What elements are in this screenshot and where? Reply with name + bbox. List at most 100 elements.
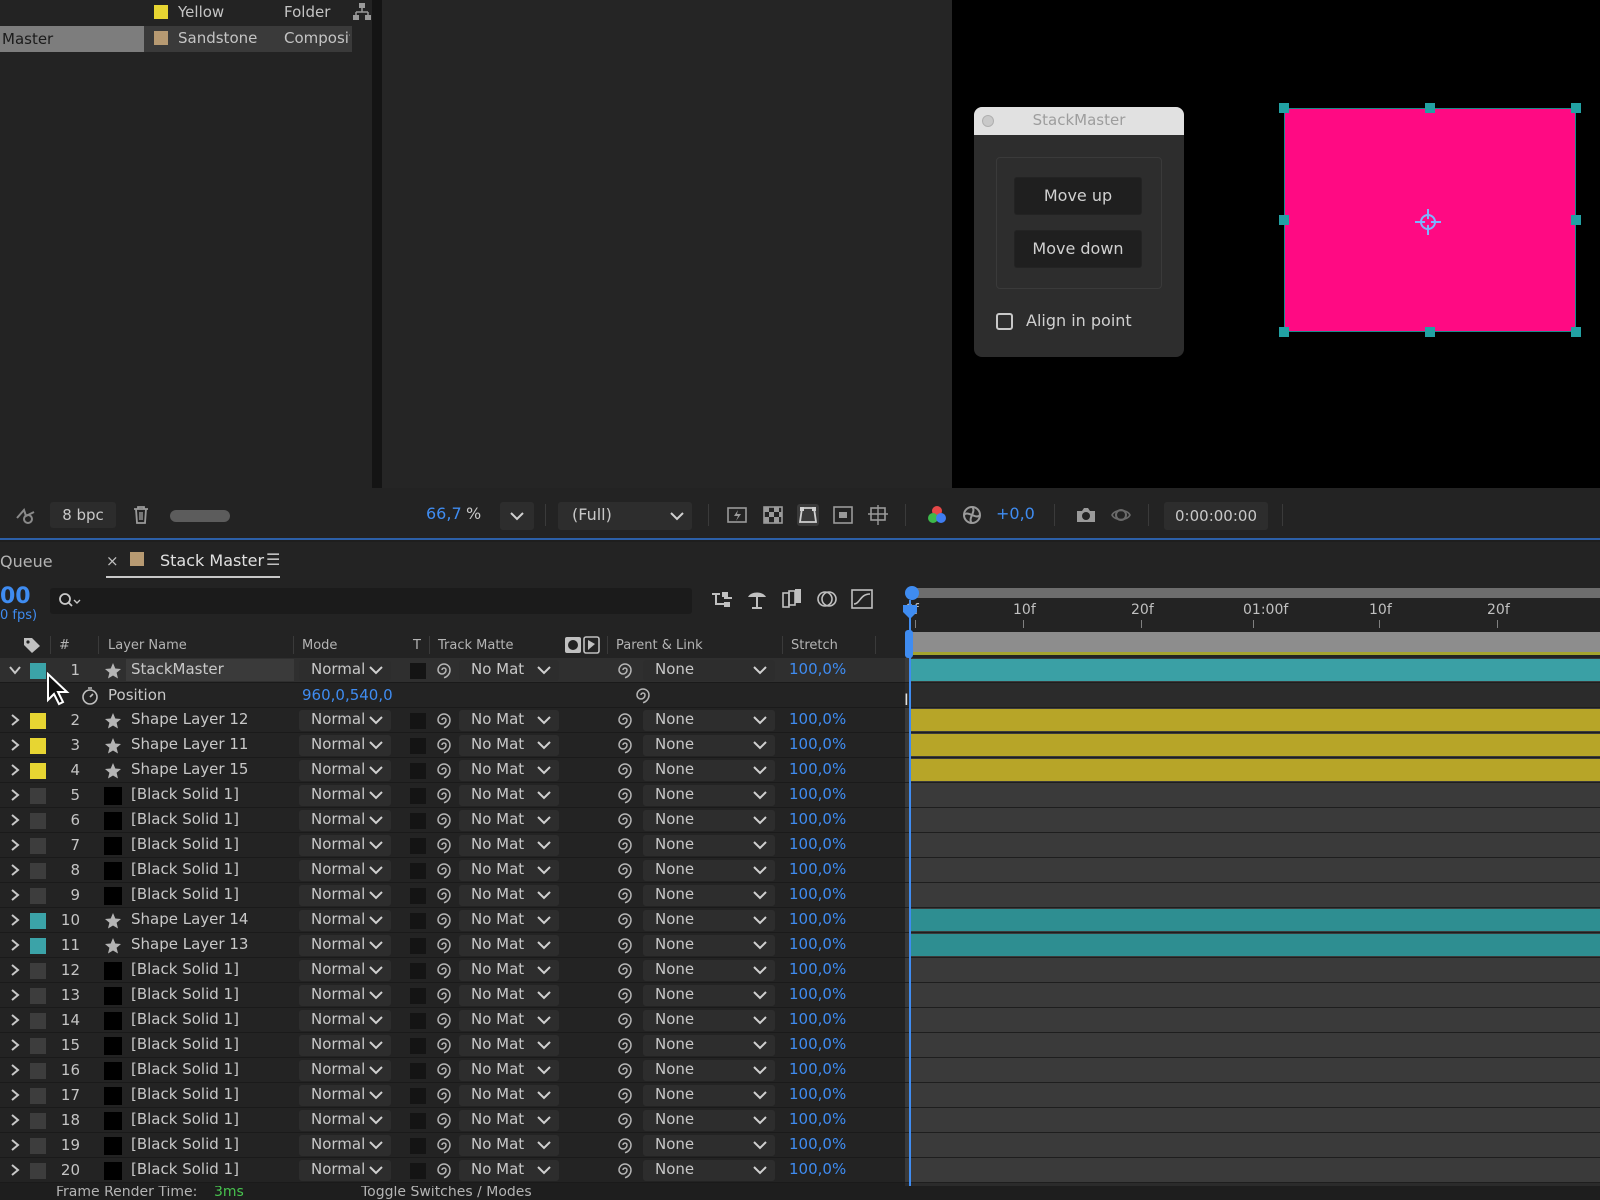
preserve-transparency-toggle[interactable] xyxy=(410,663,426,679)
bit-depth-button[interactable]: 8 bpc xyxy=(50,502,116,528)
move-down-button[interactable]: Move down xyxy=(1014,230,1142,268)
layer-row[interactable]: 5 [Black Solid 1] Normal No Mat None 100,0% xyxy=(0,783,905,808)
layer-duration-bar[interactable] xyxy=(909,759,1600,781)
label-color-swatch[interactable] xyxy=(30,713,46,729)
blend-mode-dropdown[interactable]: Normal xyxy=(299,960,391,981)
parent-dropdown[interactable]: None xyxy=(643,885,775,906)
parent-dropdown[interactable]: None xyxy=(643,1160,775,1181)
preserve-transparency-toggle[interactable] xyxy=(410,863,426,879)
stretch-value[interactable]: 100,0% xyxy=(789,910,846,928)
layer-name[interactable]: [Black Solid 1] xyxy=(131,1035,239,1053)
parent-pickwhip-icon[interactable] xyxy=(615,710,635,730)
parent-dropdown[interactable]: None xyxy=(643,910,775,931)
preserve-transparency-toggle[interactable] xyxy=(410,713,426,729)
layer-row[interactable]: 19 [Black Solid 1] Normal No Mat None 100,0% xyxy=(0,1133,905,1158)
label-color-swatch[interactable] xyxy=(30,1038,46,1054)
parent-dropdown[interactable]: None xyxy=(643,1110,775,1131)
stretch-value[interactable]: 100,0% xyxy=(789,1035,846,1053)
layer-row[interactable]: 14 [Black Solid 1] Normal No Mat None 100,0% xyxy=(0,1008,905,1033)
label-color-swatch[interactable] xyxy=(30,913,46,929)
layer-name[interactable]: [Black Solid 1] xyxy=(131,985,239,1003)
track-matte-dropdown[interactable]: No Mat xyxy=(459,985,559,1006)
blend-mode-dropdown[interactable]: Normal xyxy=(299,985,391,1006)
preserve-transparency-toggle[interactable] xyxy=(410,813,426,829)
label-color-swatch[interactable] xyxy=(30,863,46,879)
layer-name[interactable]: [Black Solid 1] xyxy=(131,860,239,878)
track-matte-pickwhip-icon[interactable] xyxy=(434,760,454,780)
layer-row[interactable]: 11 Shape Layer 13 Normal No Mat None 100,0% xyxy=(0,933,905,958)
label-color-swatch[interactable] xyxy=(30,938,46,954)
stretch-value[interactable]: 100,0% xyxy=(789,1135,846,1153)
layer-name[interactable]: [Black Solid 1] xyxy=(131,835,239,853)
move-up-button[interactable]: Move up xyxy=(1014,177,1142,215)
track-matte-dropdown[interactable]: No Mat xyxy=(459,760,559,781)
parent-pickwhip-icon[interactable] xyxy=(615,885,635,905)
layer-row[interactable]: 1 StackMaster Normal No Mat None 100,0% xyxy=(0,658,905,683)
track-matte-pickwhip-icon[interactable] xyxy=(434,1035,454,1055)
blend-mode-dropdown[interactable]: Normal xyxy=(299,885,391,906)
solo-lock-icons[interactable] xyxy=(564,636,600,654)
layer-name[interactable]: [Black Solid 1] xyxy=(131,1110,239,1128)
graph-editor-icon[interactable] xyxy=(850,588,874,610)
parent-dropdown[interactable]: None xyxy=(643,960,775,981)
layer-name[interactable]: Shape Layer 15 xyxy=(131,760,248,778)
preserve-transparency-toggle[interactable] xyxy=(410,788,426,804)
layer-name[interactable]: [Black Solid 1] xyxy=(131,1060,239,1078)
toggle-switches-modes-button[interactable]: Toggle Switches / Modes xyxy=(361,1186,532,1200)
chevron-right-icon[interactable] xyxy=(8,1012,22,1028)
stretch-value[interactable]: 100,0% xyxy=(789,1085,846,1103)
camera-snapshot-icon[interactable] xyxy=(1075,504,1097,526)
track-matte-pickwhip-icon[interactable] xyxy=(434,1060,454,1080)
region-of-interest-icon[interactable] xyxy=(832,504,854,526)
track-matte-dropdown[interactable]: No Mat xyxy=(459,735,559,756)
chevron-right-icon[interactable] xyxy=(8,1162,22,1178)
track-matte-pickwhip-icon[interactable] xyxy=(434,735,454,755)
parent-dropdown[interactable]: None xyxy=(643,1135,775,1156)
label-color-swatch[interactable] xyxy=(30,1088,46,1104)
blend-mode-dropdown[interactable]: Normal xyxy=(299,735,391,756)
layer-name[interactable]: StackMaster xyxy=(131,660,224,678)
track-matte-pickwhip-icon[interactable] xyxy=(434,710,454,730)
chevron-right-icon[interactable] xyxy=(8,1037,22,1053)
position-property-row[interactable]: Position 960,0,540,0 xyxy=(0,683,905,708)
panel-divider[interactable] xyxy=(372,0,382,488)
stretch-value[interactable]: 100,0% xyxy=(789,985,846,1003)
track-matte-pickwhip-icon[interactable] xyxy=(434,1085,454,1105)
track-matte-dropdown[interactable]: No Mat xyxy=(459,1010,559,1031)
layer-duration-bar[interactable] xyxy=(909,659,1600,681)
blend-mode-dropdown[interactable]: Normal xyxy=(299,1135,391,1156)
frame-blending-icon[interactable] xyxy=(780,588,804,610)
layer-row[interactable]: 2 Shape Layer 12 Normal No Mat None 100,0% xyxy=(0,708,905,733)
trash-icon[interactable] xyxy=(130,504,152,526)
layer-row[interactable]: 3 Shape Layer 11 Normal No Mat None 100,0% xyxy=(0,733,905,758)
blend-mode-dropdown[interactable]: Normal xyxy=(299,710,391,731)
parent-pickwhip-icon[interactable] xyxy=(615,1085,635,1105)
layer-row[interactable]: 10 Shape Layer 14 Normal No Mat None 100,0% xyxy=(0,908,905,933)
parent-pickwhip-icon[interactable] xyxy=(615,985,635,1005)
preserve-transparency-toggle[interactable] xyxy=(410,838,426,854)
panel-menu-icon[interactable]: ☰ xyxy=(266,550,280,569)
column-track-matte[interactable]: Track Matte xyxy=(438,638,514,653)
stretch-value[interactable]: 100,0% xyxy=(789,960,846,978)
close-tab-icon[interactable]: × xyxy=(106,552,119,570)
parent-dropdown[interactable]: None xyxy=(643,935,775,956)
parent-dropdown[interactable]: None xyxy=(643,1085,775,1106)
parent-pickwhip-icon[interactable] xyxy=(615,1160,635,1180)
stopwatch-icon[interactable] xyxy=(80,686,100,706)
blend-mode-dropdown[interactable]: Normal xyxy=(299,860,391,881)
position-value[interactable]: 960,0,540,0 xyxy=(302,686,393,704)
layer-row[interactable]: 8 [Black Solid 1] Normal No Mat None 100,0% xyxy=(0,858,905,883)
transform-handle[interactable] xyxy=(1571,103,1581,113)
parent-dropdown[interactable]: None xyxy=(643,835,775,856)
flowchart-bird-icon[interactable] xyxy=(14,504,36,526)
track-matte-pickwhip-icon[interactable] xyxy=(434,960,454,980)
parent-dropdown[interactable]: None xyxy=(643,810,775,831)
stretch-value[interactable]: 100,0% xyxy=(789,660,846,678)
thumbnail-size-slider[interactable] xyxy=(170,510,230,522)
label-color-swatch[interactable] xyxy=(30,1138,46,1154)
chevron-right-icon[interactable] xyxy=(8,1137,22,1153)
layer-row[interactable]: 17 [Black Solid 1] Normal No Mat None 100,0% xyxy=(0,1083,905,1108)
property-pickwhip-icon[interactable] xyxy=(633,685,653,705)
preserve-transparency-toggle[interactable] xyxy=(410,963,426,979)
exposure-value[interactable]: +0,0 xyxy=(996,488,1035,540)
